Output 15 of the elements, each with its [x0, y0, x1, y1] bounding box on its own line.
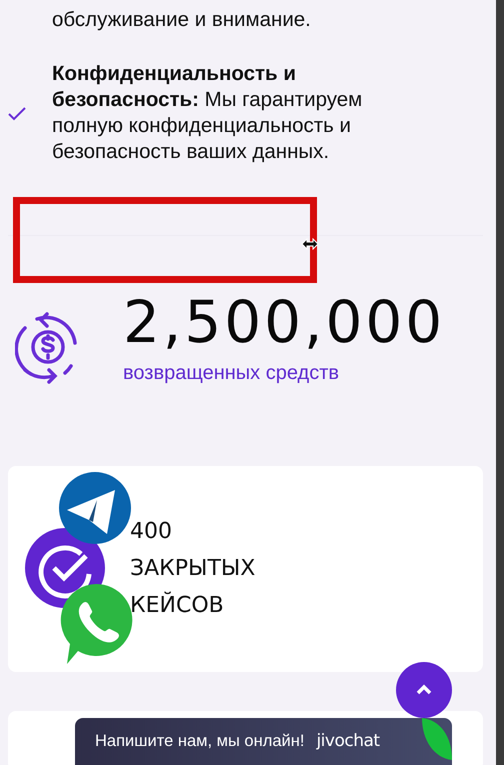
benefit-text: обслуживание и внимание. — [52, 7, 312, 33]
case-count-text: 400 — [130, 518, 173, 546]
chevron-up-icon — [416, 684, 432, 696]
chat-brand: jivochat — [316, 730, 380, 753]
stat-number: 2,500,000 — [123, 288, 446, 356]
benefit-text: Конфиденциальность и безопасность: Мы гарантируем полную конфиденциальность и безопасность ваших данных. — [52, 61, 364, 165]
whatsapp-icon[interactable] — [59, 583, 133, 665]
resize-cursor-icon — [301, 238, 319, 250]
stat-caption: возвращенных средств — [123, 361, 340, 386]
case-count-text: ЗАКРЫТЫХ — [130, 555, 256, 583]
telegram-icon[interactable] — [59, 472, 131, 544]
chat-widget[interactable]: Напишите нам, мы онлайн! jivochat — [75, 718, 452, 765]
case-count-text: КЕЙСОВ — [130, 590, 225, 620]
chat-message: Напишите нам, мы онлайн! — [95, 731, 304, 752]
leaf-icon — [422, 718, 452, 760]
